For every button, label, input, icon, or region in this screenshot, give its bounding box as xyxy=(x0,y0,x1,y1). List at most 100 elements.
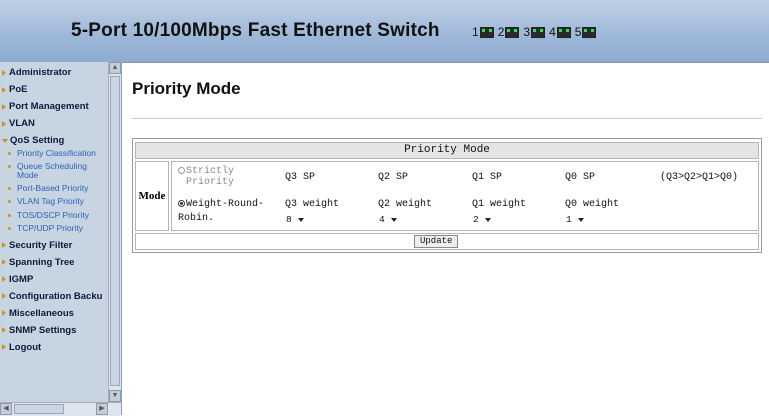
sidebar-subitem-queue-scheduling-mode[interactable]: Queue Scheduling Mode xyxy=(0,162,108,184)
sidebar-item-spanning-tree[interactable]: Spanning Tree xyxy=(0,254,108,271)
q0-weight-select[interactable]: 1 xyxy=(566,214,584,225)
sidebar-subitem-tos-dscp-priority[interactable]: TOS/DSCP Priority xyxy=(0,209,108,224)
bullet-icon xyxy=(8,187,11,191)
scroll-right-icon[interactable]: ▶ xyxy=(96,403,108,415)
sidebar-subitem-tcp-udp-priority[interactable]: TCP/UDP Priority xyxy=(0,222,108,237)
sidebar-subitem-label: Priority Classification xyxy=(17,148,96,158)
q1-weight-value: 2 xyxy=(473,214,479,225)
q1-weight-label: Q1 weight xyxy=(472,199,527,210)
scroll-left-icon[interactable]: ◀ xyxy=(0,403,12,415)
sidebar-item-label: Port Management xyxy=(9,101,89,112)
q3-weight-value: 8 xyxy=(286,214,292,225)
chevron-down-icon xyxy=(484,217,491,222)
sidebar-item-label: Miscellaneous xyxy=(9,307,74,319)
page-title: Priority Mode xyxy=(132,79,241,98)
priority-mode-panel: Priority Mode Mode Strictly Priority Q3 … xyxy=(132,138,762,253)
sidebar-item-label: Security Filter xyxy=(9,239,73,251)
arrow-right-icon xyxy=(2,310,6,317)
bullet-icon xyxy=(8,200,11,204)
port-4-status: 4 xyxy=(549,25,571,39)
divider xyxy=(132,118,762,119)
update-button[interactable]: Update xyxy=(414,235,459,248)
q0-weight-value: 1 xyxy=(566,214,572,225)
panel-footer: Update xyxy=(135,233,759,250)
sidebar-subitem-vlan-tag-priority[interactable]: VLAN Tag Priority xyxy=(0,197,108,210)
sidebar-item-poe[interactable]: PoE xyxy=(0,81,108,98)
sidebar-item-security-filter[interactable]: Security Filter xyxy=(0,237,108,254)
q2-weight-select[interactable]: 4 xyxy=(379,214,397,225)
port-number: 1 xyxy=(472,25,479,39)
q1-sp-label: Q1 SP xyxy=(472,172,503,183)
arrow-right-icon xyxy=(2,293,6,300)
sidebar-nav: Administrator PoE Port Management VLAN Q… xyxy=(0,64,108,397)
port-led-icon xyxy=(505,26,520,38)
sidebar-subitem-label: Port-Based Priority xyxy=(17,183,89,194)
sidebar-item-administrator[interactable]: Administrator xyxy=(0,64,108,81)
scroll-up-icon[interactable]: ▲ xyxy=(109,62,121,74)
sidebar-subitem-label: TOS/DSCP Priority xyxy=(17,209,89,220)
arrow-right-icon xyxy=(2,344,6,351)
arrow-right-icon xyxy=(2,69,6,76)
arrow-right-icon xyxy=(2,86,6,93)
port-number: 3 xyxy=(523,25,531,39)
arrow-down-icon xyxy=(2,138,8,143)
device-title: 5-Port 10/100Mbps Fast Ethernet Switch xyxy=(71,20,440,41)
port-5-status: 5 xyxy=(575,25,597,39)
q3-weight-label: Q3 weight xyxy=(285,199,340,210)
q0-weight-label: Q0 weight xyxy=(565,199,620,210)
sidebar-item-label: QoS Setting xyxy=(10,135,65,146)
q0-sp-label: Q0 SP xyxy=(565,172,596,183)
port-number: 2 xyxy=(497,25,505,39)
sidebar-item-label: Administrator xyxy=(9,67,72,78)
arrow-right-icon xyxy=(2,327,6,334)
q2-sp-label: Q2 SP xyxy=(378,172,409,183)
arrow-right-icon xyxy=(2,120,6,127)
radio-unchecked-icon[interactable] xyxy=(178,167,185,174)
strict-priority-option[interactable]: Strictly Priority xyxy=(178,166,274,188)
port-led-icon xyxy=(531,26,546,38)
port-number: 5 xyxy=(574,25,582,39)
wrr-label-line2: Robin. xyxy=(178,213,215,224)
port-2-status: 2 xyxy=(498,25,520,39)
sidebar-item-qos-setting[interactable]: QoS Setting xyxy=(0,132,108,149)
chevron-down-icon xyxy=(577,217,584,222)
bullet-icon xyxy=(8,213,11,217)
sidebar-horizontal-scrollbar[interactable]: ◀ ▶ xyxy=(0,402,121,416)
port-led-icon xyxy=(479,26,494,38)
sidebar-subitem-label: Queue Scheduling Mode xyxy=(17,161,87,181)
header-banner: 5-Port 10/100Mbps Fast Ethernet Switch 1… xyxy=(0,0,769,63)
sidebar-item-miscellaneous[interactable]: Miscellaneous xyxy=(0,305,108,322)
bullet-icon xyxy=(8,165,11,169)
bullet-icon xyxy=(8,152,11,155)
q3-weight-select[interactable]: 8 xyxy=(286,214,304,225)
sidebar-item-logout[interactable]: Logout xyxy=(0,339,108,356)
arrow-right-icon xyxy=(2,259,6,266)
mode-label: Mode xyxy=(135,161,169,231)
sidebar-item-label: Spanning Tree xyxy=(9,256,75,268)
sidebar-item-snmp-settings[interactable]: SNMP Settings xyxy=(0,322,108,339)
port-led-icon xyxy=(556,26,571,38)
radio-checked-icon[interactable] xyxy=(178,200,185,207)
priority-order-label: (Q3>Q2>Q1>Q0) xyxy=(660,172,739,183)
wrr-option[interactable]: Weight-Round- xyxy=(178,199,264,210)
arrow-right-icon xyxy=(2,242,6,249)
scroll-thumb[interactable] xyxy=(110,76,120,386)
chevron-down-icon xyxy=(297,217,304,222)
sidebar-item-configuration-backup[interactable]: Configuration Backu xyxy=(0,288,108,305)
arrow-right-icon xyxy=(2,103,6,110)
sidebar-item-vlan[interactable]: VLAN xyxy=(0,115,108,132)
sidebar-subitem-label: TCP/UDP Priority xyxy=(17,222,83,233)
arrow-right-icon xyxy=(2,276,6,283)
port-led-icon xyxy=(582,26,597,38)
sidebar-item-port-management[interactable]: Port Management xyxy=(0,98,108,115)
scroll-thumb[interactable] xyxy=(14,404,64,414)
bullet-icon xyxy=(8,226,11,230)
port-3-status: 3 xyxy=(523,25,546,39)
sidebar-item-label: IGMP xyxy=(9,273,34,285)
q1-weight-select[interactable]: 2 xyxy=(473,214,491,225)
scroll-down-icon[interactable]: ▼ xyxy=(109,390,121,402)
sidebar-item-label: VLAN xyxy=(9,118,35,129)
panel-title: Priority Mode xyxy=(135,142,759,159)
sidebar-vertical-scrollbar[interactable]: ▲ ▼ xyxy=(108,62,121,402)
sidebar-item-igmp[interactable]: IGMP xyxy=(0,271,108,288)
